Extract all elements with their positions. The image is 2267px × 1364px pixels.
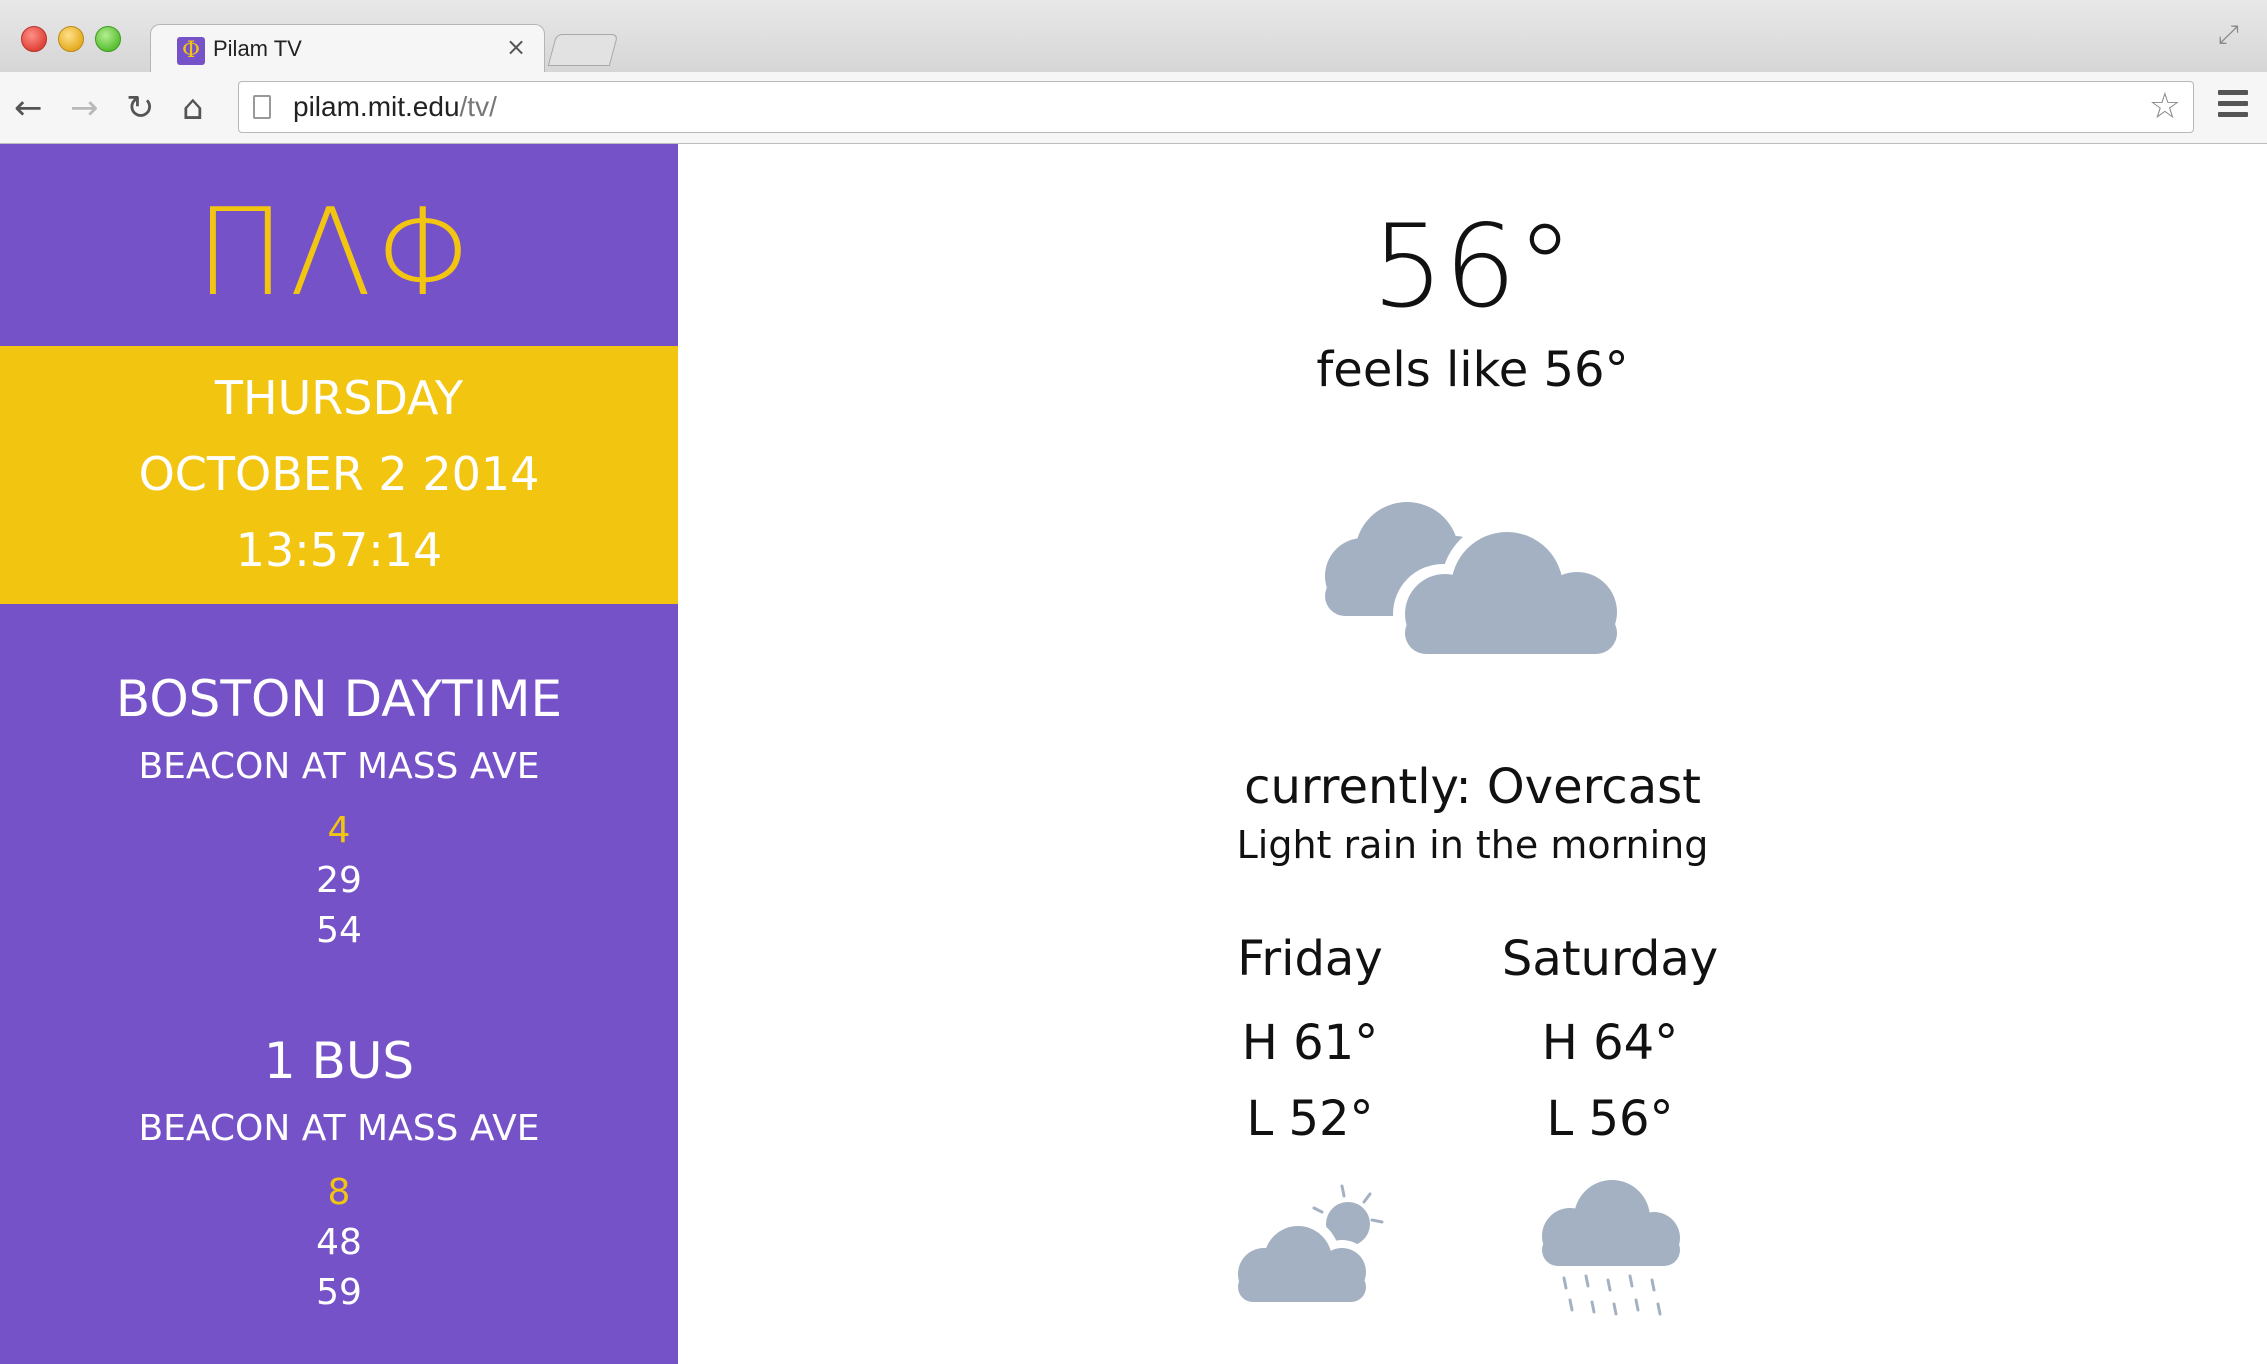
route-panel: BOSTON DAYTIME BEACON AT MASS AVE 4 29 5… [0, 668, 678, 956]
forecast-low: L 56° [1546, 1091, 1674, 1147]
weather-panel: 56° feels like 56° currently: Overcast L… [678, 144, 2267, 1364]
prediction: 29 [316, 860, 362, 901]
home-icon[interactable]: ⌂ [182, 88, 204, 128]
bookmark-star-icon[interactable]: ☆ [2149, 86, 2181, 127]
forecast-high: H 64° [1541, 1015, 1679, 1071]
date-time-panel: THURSDAY OCTOBER 2 2014 13:57:14 [0, 346, 678, 604]
forecast-low: L 52° [1246, 1091, 1374, 1147]
prediction: 48 [316, 1222, 362, 1263]
address-bar[interactable]: pilam.mit.edu/tv/ ☆ [238, 81, 2194, 133]
clock-time: 13:57:14 [235, 523, 443, 577]
tab-title: Pilam TV [213, 36, 302, 61]
new-tab-button[interactable] [547, 34, 619, 66]
logo: ΠΛΦ [195, 184, 483, 323]
forecast-day: Friday H 61° L 52° [1160, 928, 1460, 1308]
forecast-high: H 61° [1241, 1015, 1379, 1071]
close-window-button[interactable] [21, 26, 47, 52]
browser-titlebar: Φ Pilam TV × ⤢ [0, 0, 2267, 74]
route-name: BOSTON DAYTIME [115, 670, 563, 728]
browser-tab[interactable]: Φ Pilam TV × [150, 24, 545, 74]
route-panel: 1 BUS BEACON AT MASS AVE 8 48 59 [0, 1030, 678, 1318]
reload-icon[interactable]: ↻ [126, 88, 155, 128]
route-stop: BEACON AT MASS AVE [138, 746, 540, 787]
feels-like: feels like 56° [1316, 342, 1629, 398]
minimize-window-button[interactable] [58, 26, 84, 52]
prediction-next: 4 [327, 810, 351, 851]
hamburger-menu-icon[interactable] [2218, 90, 2248, 120]
prediction: 54 [316, 910, 362, 951]
fullscreen-icon[interactable]: ⤢ [2218, 20, 2239, 51]
page-icon [253, 95, 271, 119]
sidebar: ΠΛΦ THURSDAY OCTOBER 2 2014 13:57:14 BOS… [0, 144, 678, 1364]
forecast-day-name: Saturday [1501, 931, 1719, 987]
tab-close-icon[interactable]: × [506, 33, 526, 61]
prediction-next: 8 [327, 1172, 351, 1213]
forward-arrow-icon[interactable]: → [70, 88, 99, 128]
date: OCTOBER 2 2014 [138, 447, 540, 501]
zoom-window-button[interactable] [95, 26, 121, 52]
url-host: pilam.mit.edu [293, 91, 460, 122]
rain-icon [1542, 1180, 1680, 1316]
forecast-day: Saturday H 64° L 56° [1460, 928, 1760, 1328]
browser-toolbar: ← → ↻ ⌂ pilam.mit.edu/tv/ ☆ [0, 72, 2267, 144]
back-arrow-icon[interactable]: ← [14, 88, 43, 128]
current-conditions: currently: Overcast [1244, 759, 1701, 815]
prediction: 59 [316, 1272, 362, 1313]
url-text[interactable]: pilam.mit.edu/tv/ [293, 91, 497, 123]
forecast-day-name: Friday [1237, 931, 1383, 987]
favicon-icon: Φ [177, 37, 205, 65]
partly-cloudy-day-icon [1238, 1184, 1384, 1302]
weather-summary: Light rain in the morning [1236, 823, 1709, 867]
url-path: /tv/ [459, 91, 497, 122]
route-stop: BEACON AT MASS AVE [138, 1108, 540, 1149]
weekday: THURSDAY [214, 371, 464, 425]
route-name: 1 BUS [263, 1032, 415, 1090]
cloudy-icon [1325, 502, 1635, 664]
current-temperature: 56° [1371, 200, 1574, 333]
